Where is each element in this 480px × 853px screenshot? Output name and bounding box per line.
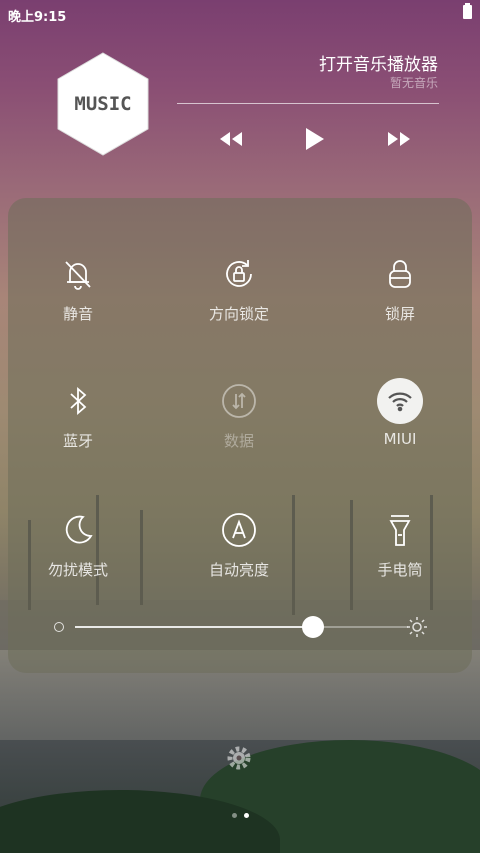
page-dot-active xyxy=(244,813,249,818)
screen: 晚上9:15 MUSIC 打开音乐播放器 暂无音乐 静音 方向锁定 锁屏 蓝牙 … xyxy=(0,0,480,853)
lock-screen-label: 锁屏 xyxy=(384,305,415,323)
wifi-icon xyxy=(377,378,423,424)
toggle-rotation-lock[interactable]: 方向锁定 xyxy=(179,251,299,324)
page-indicator xyxy=(232,813,249,818)
bluetooth-icon xyxy=(55,378,101,424)
toggle-mobile-data[interactable]: 数据 xyxy=(179,378,299,451)
toggle-flashlight[interactable]: 手电筒 xyxy=(340,507,460,580)
status-bar: 晚上9:15 xyxy=(0,0,480,28)
previous-button[interactable] xyxy=(216,126,246,152)
brightness-low-icon xyxy=(54,622,64,632)
rewind-icon xyxy=(220,132,242,146)
brightness-slider-remaining[interactable] xyxy=(323,626,408,628)
brightness-slider-thumb[interactable] xyxy=(302,616,324,638)
now-playing-text: 暂无音乐 xyxy=(389,76,438,90)
flashlight-icon xyxy=(377,507,423,553)
wifi-label: MIUI xyxy=(383,430,417,448)
bluetooth-label: 蓝牙 xyxy=(62,432,93,450)
do-not-disturb-label: 勿扰模式 xyxy=(47,561,108,579)
mute-label: 静音 xyxy=(62,305,93,323)
play-button[interactable] xyxy=(299,126,329,152)
auto-brightness-icon xyxy=(216,507,262,553)
music-badge-label: MUSIC xyxy=(74,93,131,115)
fast-forward-icon xyxy=(388,132,410,146)
toggle-mute[interactable]: 静音 xyxy=(18,251,138,324)
toggle-bluetooth[interactable]: 蓝牙 xyxy=(18,378,138,451)
flashlight-label: 手电筒 xyxy=(377,561,423,579)
clock: 晚上9:15 xyxy=(8,10,67,25)
rotation-lock-icon xyxy=(216,251,262,297)
lock-icon xyxy=(377,251,423,297)
bell-off-icon xyxy=(55,251,101,297)
settings-gear-icon[interactable] xyxy=(226,745,252,771)
battery-icon xyxy=(463,3,472,19)
rotation-lock-label: 方向锁定 xyxy=(208,305,269,323)
brightness-high-icon xyxy=(407,617,427,637)
mobile-data-label: 数据 xyxy=(223,432,254,450)
toggle-do-not-disturb[interactable]: 勿扰模式 xyxy=(18,507,138,580)
lock-screen-button[interactable]: 锁屏 xyxy=(340,251,460,324)
music-progress-bar[interactable] xyxy=(177,103,439,104)
page-dot xyxy=(232,813,237,818)
mobile-data-icon xyxy=(216,378,262,424)
brightness-slider-track[interactable] xyxy=(75,626,313,628)
toggle-wifi[interactable]: MIUI xyxy=(340,378,460,448)
play-icon xyxy=(306,128,324,150)
moon-icon xyxy=(55,507,101,553)
next-button[interactable] xyxy=(384,126,414,152)
toggle-auto-brightness[interactable]: 自动亮度 xyxy=(179,507,299,580)
music-app-icon[interactable]: MUSIC xyxy=(57,52,149,156)
open-player-link[interactable]: 打开音乐播放器 xyxy=(319,50,438,75)
auto-brightness-label: 自动亮度 xyxy=(208,561,269,579)
